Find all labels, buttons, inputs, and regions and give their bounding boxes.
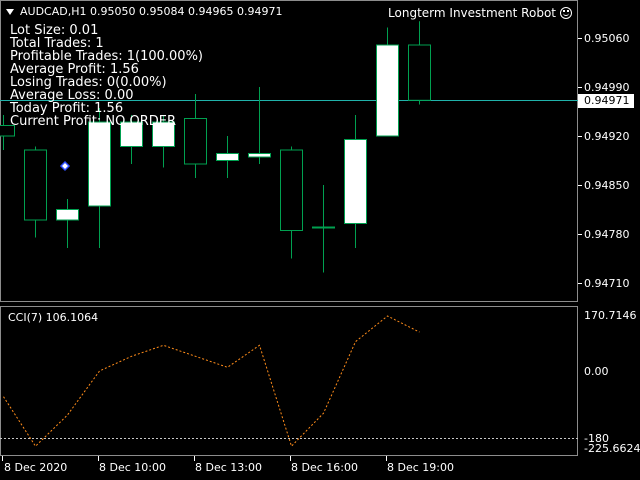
price-tick [578, 87, 582, 88]
cci-axis-label: 170.7146 [584, 309, 637, 322]
bull-candle [216, 153, 239, 161]
ohlc-open: 0.95050 [90, 5, 136, 18]
bull-candle [56, 209, 79, 221]
cci-title: CCI(7) 106.1064 [8, 311, 99, 324]
smiley-icon[interactable] [560, 7, 572, 19]
bull-candle [248, 153, 271, 158]
ohlc-high: 0.95084 [139, 5, 185, 18]
trade-marker-icon [59, 160, 71, 172]
bull-candle [376, 44, 399, 137]
ohlc-close: 0.94971 [237, 5, 283, 18]
symbol-header: AUDCAD,H1 0.95050 0.95084 0.94965 0.9497… [6, 5, 283, 18]
price-axis-label: 0.94780 [584, 228, 630, 241]
price-axis-label: 0.94710 [584, 277, 630, 290]
price-tick [578, 38, 582, 39]
stats-panel: Lot Size: 0.01 Total Trades: 1 Profitabl… [10, 24, 203, 128]
dropdown-triangle-icon[interactable] [6, 9, 14, 15]
time-axis-label: 8 Dec 2020 [4, 461, 68, 474]
bear-candle [280, 149, 303, 231]
time-tick [2, 456, 3, 461]
price-axis-label: 0.94850 [584, 179, 630, 192]
cci-line [3, 315, 420, 448]
cci-axis-label: -225.6624 [584, 442, 640, 455]
time-axis-label: 8 Dec 19:00 [387, 461, 454, 474]
bull-candle [88, 121, 111, 207]
price-tick [578, 283, 582, 284]
symbol-label: AUDCAD,H1 [20, 5, 87, 18]
cci-axis-label: 0.00 [584, 365, 609, 378]
stat-current-profit: Current Profit: NO ORDER [10, 114, 176, 129]
price-tick [578, 136, 582, 137]
bull-candle [312, 226, 335, 229]
time-axis-label: 8 Dec 16:00 [291, 461, 358, 474]
robot-name: Longterm Investment Robot [388, 6, 556, 20]
ohlc-low: 0.94965 [188, 5, 234, 18]
price-axis-label: 0.94920 [584, 130, 630, 143]
time-axis-label: 8 Dec 10:00 [99, 461, 166, 474]
bear-candle [408, 44, 431, 101]
price-axis-label: 0.94990 [584, 81, 630, 94]
current-price-label: 0.94971 [578, 94, 634, 108]
expert-advisor-label[interactable]: Longterm Investment Robot [388, 6, 572, 20]
bull-candle [344, 139, 367, 224]
price-axis-label: 0.95060 [584, 32, 630, 45]
price-tick [578, 234, 582, 235]
time-axis-label: 8 Dec 13:00 [195, 461, 262, 474]
price-tick [578, 185, 582, 186]
bear-candle [24, 149, 47, 221]
